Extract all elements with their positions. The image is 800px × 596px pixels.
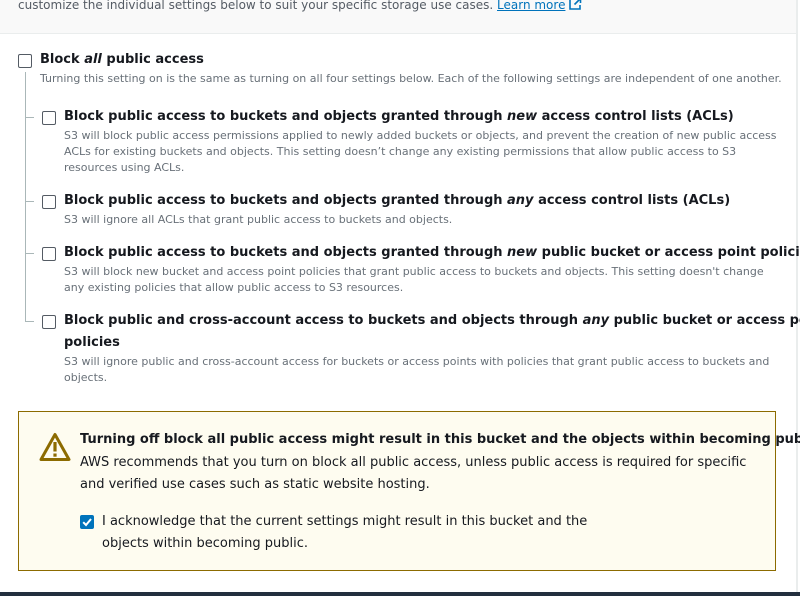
check-icon: [82, 518, 92, 527]
any-acls-label: Block public access to buckets and objec…: [64, 193, 731, 208]
tree-branch: [25, 253, 34, 254]
intro-description: customize the individual settings below …: [18, 0, 494, 12]
warning-title: Turning off block all public access migh…: [80, 432, 800, 447]
any-acls-checkbox[interactable]: [42, 195, 56, 209]
warning-triangle-icon: [39, 433, 71, 461]
acknowledge-label[interactable]: I acknowledge that the current settings …: [102, 511, 602, 555]
tree-connector: [25, 72, 26, 321]
any-policies-label: Block public and cross-account access to…: [64, 313, 800, 328]
learn-more-label: Learn more: [497, 0, 566, 12]
acknowledge-checkbox[interactable]: [80, 515, 94, 529]
new-acls-checkbox[interactable]: [42, 111, 56, 125]
panel-edge: [796, 0, 798, 592]
new-policies-description: S3 will block new bucket and access poin…: [64, 265, 764, 294]
any-acls-description: S3 will ignore all ACLs that grant publi…: [64, 213, 453, 226]
public-access-warning: Turning off block all public access migh…: [18, 411, 800, 571]
external-link-icon: [569, 0, 582, 10]
warning-body: AWS recommends that you turn on block al…: [80, 455, 747, 492]
tree-branch: [25, 321, 34, 322]
block-all-description: Turning this setting on is the same as t…: [40, 72, 782, 85]
block-all-label: Block all public access: [40, 52, 204, 67]
new-policies-checkbox[interactable]: [42, 247, 56, 261]
block-all-checkbox[interactable]: [18, 54, 32, 68]
intro-text: customize the individual settings below …: [18, 0, 582, 12]
footer-bar: [0, 592, 800, 596]
intro-strip: customize the individual settings below …: [0, 0, 796, 34]
new-policies-label: Block public access to buckets and objec…: [64, 245, 800, 260]
any-policies-description: S3 will ignore public and cross-account …: [64, 355, 770, 384]
tree-branch: [25, 117, 34, 118]
tree-branch: [25, 201, 34, 202]
new-acls-description: S3 will block public access permissions …: [64, 129, 777, 174]
learn-more-link[interactable]: Learn more: [497, 0, 582, 12]
any-policies-label-line2: policies: [64, 335, 120, 350]
any-policies-checkbox[interactable]: [42, 315, 56, 329]
new-acls-label: Block public access to buckets and objec…: [64, 109, 734, 124]
